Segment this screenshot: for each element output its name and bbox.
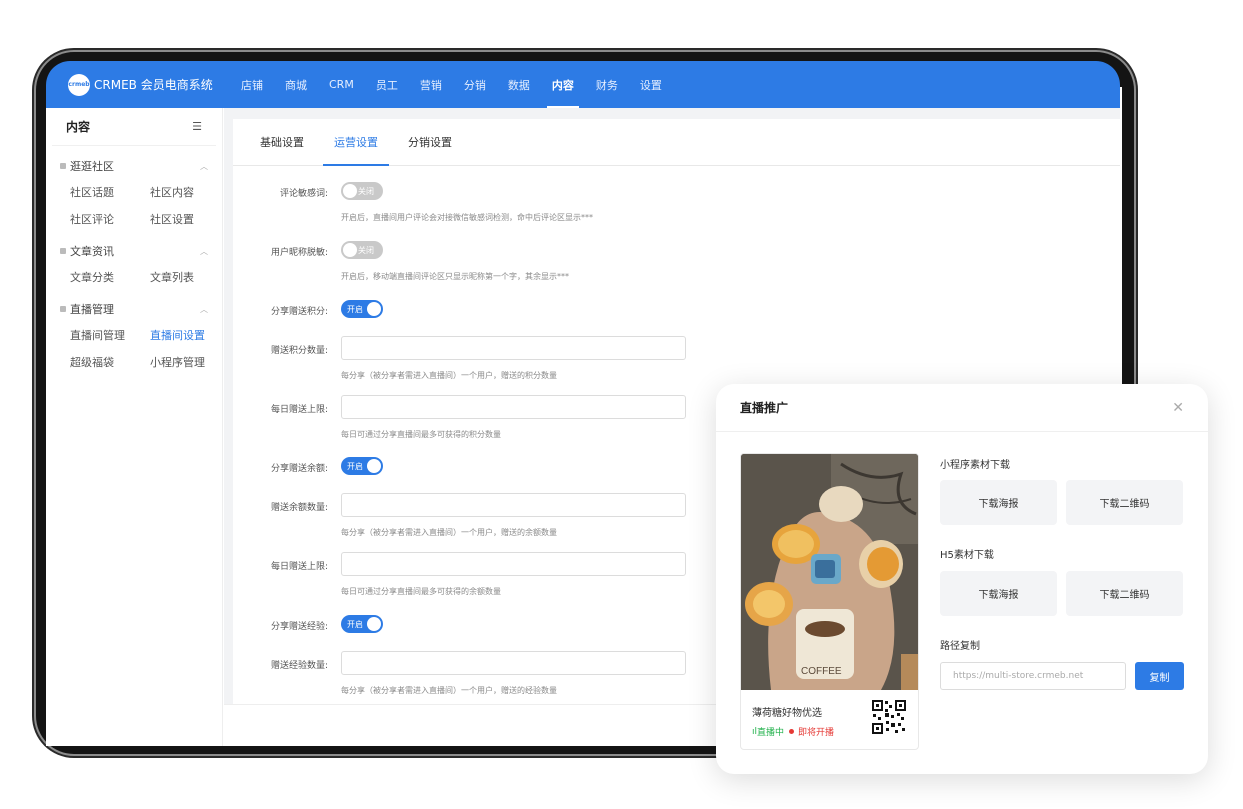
menu-fold-icon[interactable]: ☰ bbox=[192, 120, 202, 133]
field-label: 分享赠送积分: bbox=[270, 307, 328, 317]
field-hint: 每分享（被分享者需进入直播间）一个用户，赠送的经验数量 bbox=[341, 686, 557, 695]
sidebar-group-community: 逛逛社区 ︿ 社区话题 社区内容 社区评论 社区设置 bbox=[46, 156, 222, 227]
nav-menu: 店铺 商城 CRM 员工 营销 分销 数据 内容 财务 设置 bbox=[230, 61, 673, 108]
field-label: 赠送余额数量: bbox=[270, 503, 328, 513]
close-icon[interactable]: ✕ bbox=[1172, 400, 1184, 416]
svg-text:COFFEE: COFFEE bbox=[801, 666, 842, 677]
sidebar-group-articles: 文章资讯 ︿ 文章分类 文章列表 bbox=[46, 241, 222, 285]
field-label: 评论敏感词: bbox=[279, 189, 328, 199]
live-label: 直播中 bbox=[757, 728, 785, 738]
field-hint: 每分享（被分享者需进入直播间）一个用户，赠送的余额数量 bbox=[341, 528, 557, 537]
field-hint: 每分享（被分享者需进入直播间）一个用户，赠送的积分数量 bbox=[341, 371, 557, 380]
field-label: 分享赠送余额: bbox=[270, 464, 328, 474]
chevron-up-icon[interactable]: ︿ bbox=[200, 161, 208, 172]
sidebar: 内容 ☰ 逛逛社区 ︿ 社区话题 社区内容 社区评论 社区设置 文章资讯 ︿ 文… bbox=[46, 108, 223, 746]
field-hint: 开启后，直播间用户评论会对接微信敏感词检测，命中后评论区显示*** bbox=[341, 213, 593, 222]
sidebar-group-title: 文章资讯 bbox=[70, 245, 114, 258]
dialog-title: 直播推广 bbox=[740, 401, 789, 415]
app-logo[interactable]: crmeb CRMEB 会员电商系统 bbox=[68, 73, 230, 96]
share-balance-switch[interactable]: 开启 bbox=[341, 457, 383, 475]
sidebar-item-article-category[interactable]: 文章分类 bbox=[70, 269, 150, 285]
miniapp-download-poster-button[interactable]: 下载海报 bbox=[940, 480, 1057, 525]
miniapp-download-qrcode-button[interactable]: 下载二维码 bbox=[1066, 480, 1183, 525]
balance-amount-input[interactable] bbox=[341, 493, 686, 517]
nav-item-content[interactable]: 内容 bbox=[541, 61, 585, 108]
h5-section-label: H5素材下载 bbox=[940, 550, 994, 561]
h5-download-poster-button[interactable]: 下载海报 bbox=[940, 571, 1057, 616]
sidebar-group-title: 直播管理 bbox=[70, 303, 114, 316]
path-url-input[interactable]: https://multi-store.crmeb.net bbox=[940, 662, 1126, 690]
share-exp-switch[interactable]: 开启 bbox=[341, 615, 383, 633]
field-hint: 开启后，移动端直播间评论区只显示昵称第一个字，其余显示*** bbox=[341, 272, 569, 281]
field-label: 分享赠送经验: bbox=[270, 622, 328, 632]
soon-label: 即将开播 bbox=[798, 728, 835, 738]
tab-basic-settings[interactable]: 基础设置 bbox=[245, 119, 319, 165]
group-icon bbox=[60, 306, 66, 312]
sidebar-item-community-comment[interactable]: 社区评论 bbox=[70, 211, 150, 227]
sidebar-item-community-topic[interactable]: 社区话题 bbox=[70, 184, 150, 200]
sidebar-group-header[interactable]: 逛逛社区 ︿ bbox=[46, 156, 222, 176]
field-hint: 每日可通过分享直播间最多可获得的余额数量 bbox=[341, 587, 501, 596]
sidebar-item-live-room-settings[interactable]: 直播间设置 bbox=[150, 327, 230, 343]
sidebar-group-header[interactable]: 文章资讯 ︿ bbox=[46, 241, 222, 261]
sidebar-item-community-content[interactable]: 社区内容 bbox=[150, 184, 230, 200]
dialog-header: 直播推广 ✕ bbox=[716, 384, 1208, 432]
top-nav: crmeb CRMEB 会员电商系统 店铺 商城 CRM 员工 营销 分销 数据… bbox=[46, 61, 1120, 108]
balance-daily-limit-input[interactable] bbox=[341, 552, 686, 576]
field-label: 赠送经验数量: bbox=[270, 661, 328, 671]
nav-item-data[interactable]: 数据 bbox=[497, 61, 541, 108]
chevron-up-icon[interactable]: ︿ bbox=[200, 246, 208, 257]
status-dot-icon bbox=[789, 729, 795, 734]
sidebar-item-live-room-manage[interactable]: 直播间管理 bbox=[70, 327, 150, 343]
copy-button[interactable]: 复制 bbox=[1135, 662, 1184, 690]
nav-item-marketing[interactable]: 营销 bbox=[409, 61, 453, 108]
app-title: CRMEB 会员电商系统 bbox=[94, 78, 213, 92]
h5-download-qrcode-button[interactable]: 下载二维码 bbox=[1066, 571, 1183, 616]
nav-item-shop[interactable]: 店铺 bbox=[230, 61, 274, 108]
nav-item-staff[interactable]: 员工 bbox=[365, 61, 409, 108]
live-status: ıl 直播中 即将开播 bbox=[752, 725, 835, 739]
nav-item-finance[interactable]: 财务 bbox=[585, 61, 629, 108]
crmeb-logo-icon: crmeb bbox=[68, 73, 90, 96]
chevron-up-icon[interactable]: ︿ bbox=[200, 304, 208, 315]
nav-item-distribution[interactable]: 分销 bbox=[453, 61, 497, 108]
path-section-label: 路径复制 bbox=[940, 641, 980, 652]
sidebar-item-community-settings[interactable]: 社区设置 bbox=[150, 211, 230, 227]
group-icon bbox=[60, 248, 66, 254]
field-label: 用户昵称脱敏: bbox=[270, 248, 328, 258]
qrcode-icon bbox=[871, 699, 907, 735]
share-points-switch[interactable]: 开启 bbox=[341, 300, 383, 318]
sidebar-item-miniapp-manage[interactable]: 小程序管理 bbox=[150, 354, 230, 370]
nav-item-settings[interactable]: 设置 bbox=[629, 61, 673, 108]
sidebar-group-title: 逛逛社区 bbox=[70, 160, 114, 173]
comment-sensitive-switch[interactable]: 关闭 bbox=[341, 182, 383, 200]
points-amount-input[interactable] bbox=[341, 336, 686, 360]
nav-item-crm[interactable]: CRM bbox=[318, 61, 365, 108]
sidebar-title: 内容 bbox=[66, 120, 91, 134]
field-hint: 每日可通过分享直播间最多可获得的积分数量 bbox=[341, 430, 501, 439]
group-icon bbox=[60, 163, 66, 169]
field-label: 每日赠送上限: bbox=[270, 405, 328, 415]
nickname-mask-switch[interactable]: 关闭 bbox=[341, 241, 383, 259]
tab-operation-settings[interactable]: 运营设置 bbox=[319, 119, 393, 166]
poster-image: COFFEE bbox=[741, 454, 918, 690]
sidebar-item-article-list[interactable]: 文章列表 bbox=[150, 269, 230, 285]
points-daily-limit-input[interactable] bbox=[341, 395, 686, 419]
sidebar-group-header[interactable]: 直播管理 ︿ bbox=[46, 299, 222, 319]
poster-shop-name: 薄荷糖好物优选 bbox=[752, 708, 822, 719]
settings-tabs: 基础设置 运营设置 分销设置 bbox=[233, 119, 1120, 166]
tab-distribution-settings[interactable]: 分销设置 bbox=[393, 119, 467, 165]
sidebar-group-live: 直播管理 ︿ 直播间管理 直播间设置 超级福袋 小程序管理 bbox=[46, 299, 222, 370]
exp-amount-input[interactable] bbox=[341, 651, 686, 675]
field-label: 每日赠送上限: bbox=[270, 562, 328, 572]
miniapp-section-label: 小程序素材下载 bbox=[940, 460, 1010, 471]
sidebar-item-lucky-bag[interactable]: 超级福袋 bbox=[70, 354, 150, 370]
live-poster-card: COFFEE 薄荷糖好物优选 ıl 直播中 即将开播 bbox=[740, 453, 919, 750]
field-label: 赠送积分数量: bbox=[270, 346, 328, 356]
sidebar-header: 内容 ☰ bbox=[52, 108, 216, 146]
nav-item-mall[interactable]: 商城 bbox=[274, 61, 318, 108]
live-promotion-dialog: 直播推广 ✕ COFFEE 薄荷糖好物优选 ıl 直播中 即将开播 小程序素材下… bbox=[716, 384, 1208, 774]
